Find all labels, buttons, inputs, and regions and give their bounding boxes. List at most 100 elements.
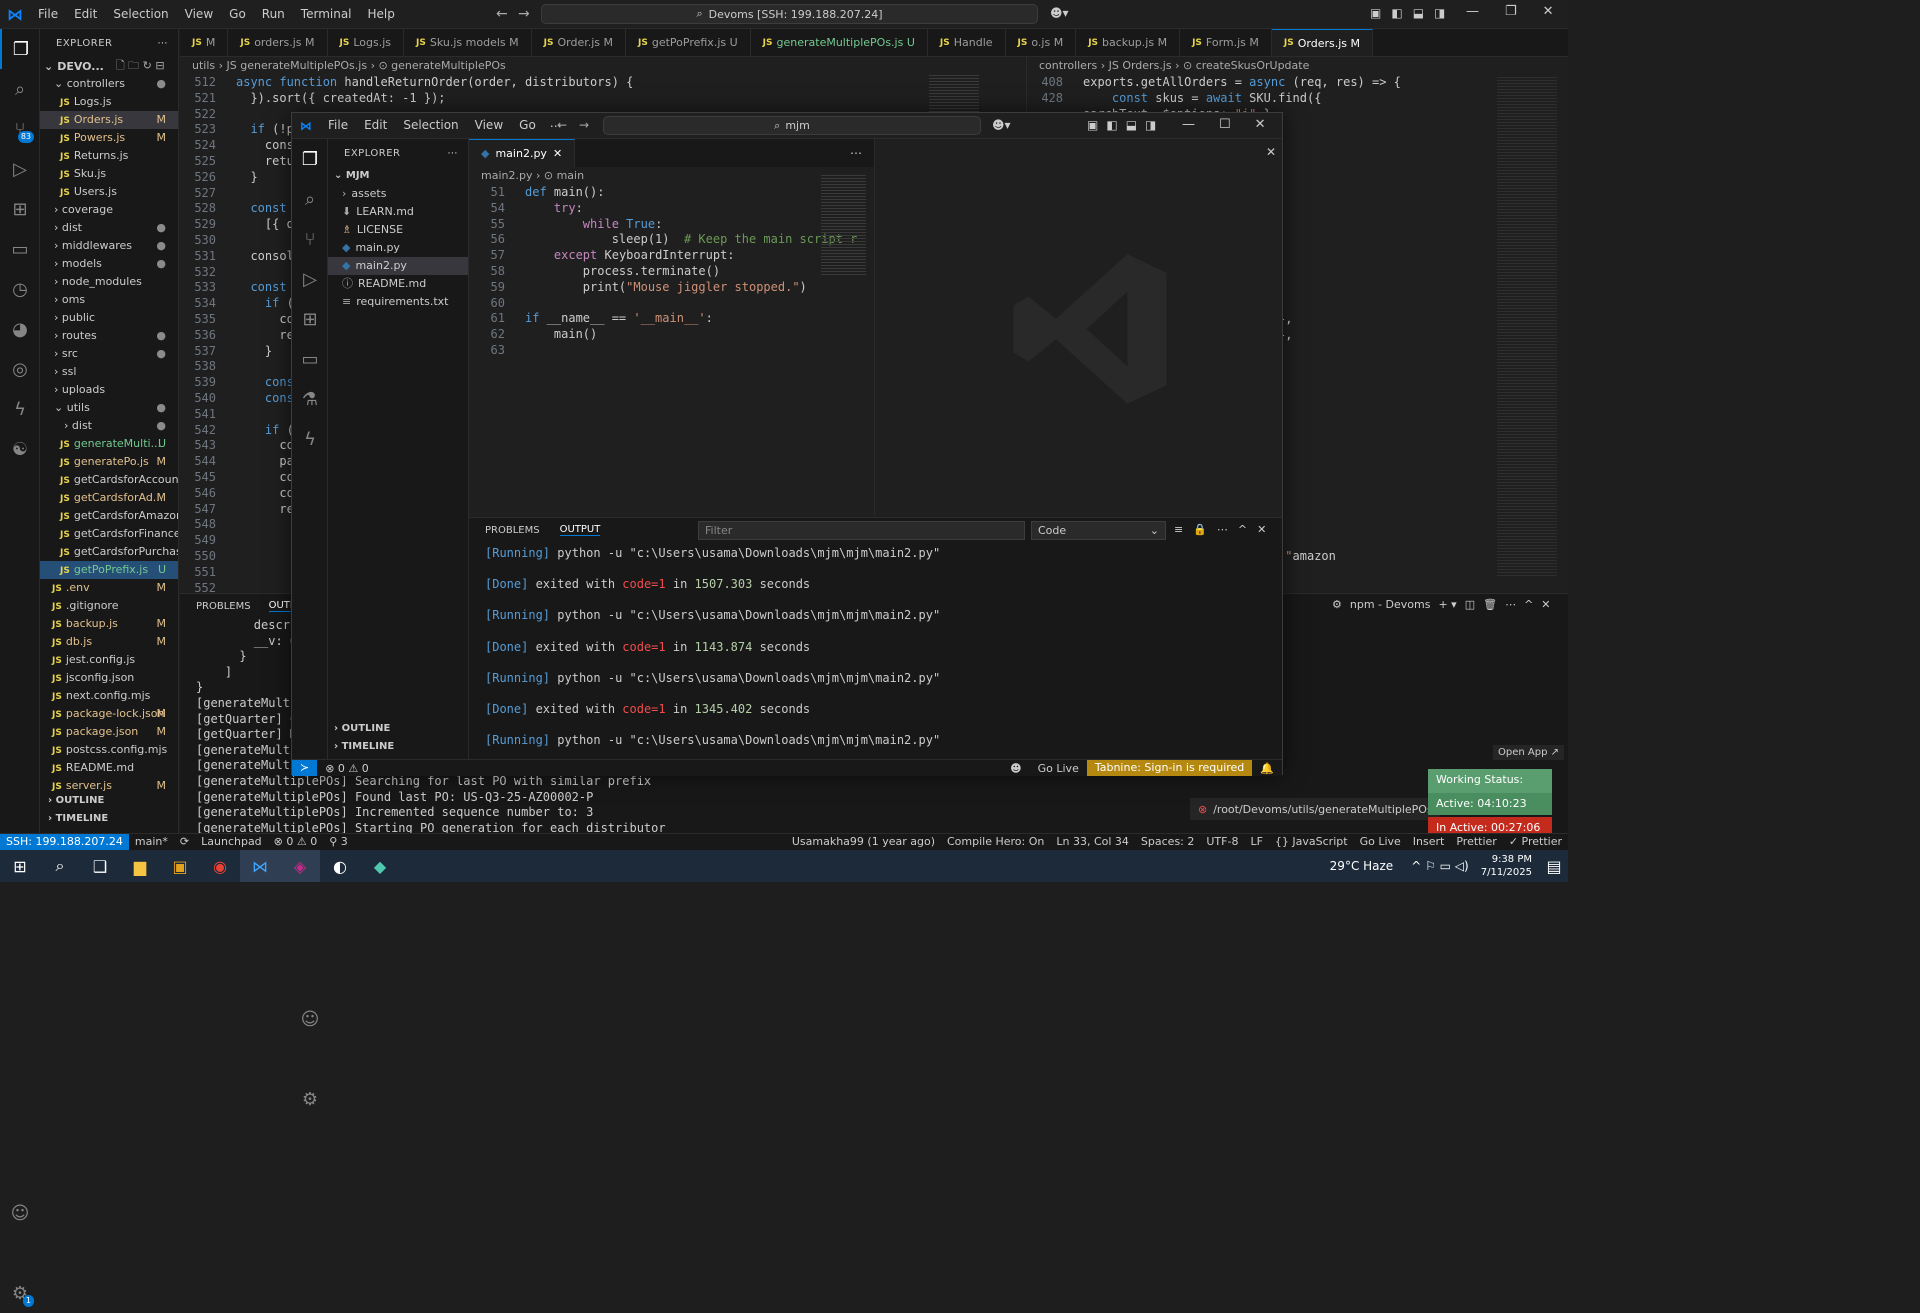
tree-item[interactable]: JS jsconfig.json (40, 669, 178, 687)
timeline-section[interactable]: › TIMELINE (328, 741, 469, 759)
code-area[interactable]: 51 def main(): 54 try: 55 while True: 56 sle… (469, 185, 874, 359)
editor-tab[interactable]: JS Sku.js models M (404, 29, 532, 56)
minimize-icon[interactable]: — (1466, 4, 1479, 19)
outline-section[interactable]: › OUTLINE › TIMELINE (40, 795, 178, 831)
workspace-root[interactable]: ⌄ DEVO... 🗋 🗀 ↻ ⊟ (40, 57, 178, 75)
close-icon[interactable]: ✕ (1255, 117, 1266, 132)
tree-item[interactable]: JS getPoPrefix.js U (40, 561, 178, 579)
more-actions-icon[interactable]: ⋯ (850, 146, 874, 160)
python-icon[interactable]: ☯ (0, 429, 40, 469)
tree-item[interactable]: › oms (40, 291, 178, 309)
error-notification[interactable]: ⊗/root/Devoms/utils/generateMultiplePOs.… (1190, 798, 1449, 820)
restore-icon[interactable]: ❐ (1505, 4, 1517, 19)
forward-arrow-icon[interactable]: → (518, 6, 530, 22)
prettier-check[interactable]: ✓ Prettier (1503, 834, 1568, 850)
tab-main2-py[interactable]: ◆ main2.py ✕ (469, 139, 576, 167)
account-icon[interactable]: ☺ (292, 999, 328, 1039)
tree-item[interactable]: › dist ● (40, 219, 178, 237)
app3-taskbar-icon[interactable]: ◆ (360, 850, 400, 882)
lightning-icon[interactable]: ϟ (0, 389, 40, 429)
extensions-icon[interactable]: ⊞ (0, 189, 40, 229)
editor-tab[interactable]: JS generateMultiplePOs.js U (751, 29, 928, 56)
menu-file[interactable]: File (30, 0, 66, 29)
app-taskbar-icon[interactable]: ◈ (280, 850, 320, 882)
explorer-icon[interactable]: ❐ (0, 29, 40, 69)
menu-go[interactable]: Go (221, 0, 254, 29)
tree-item[interactable]: ◆ main.py (328, 239, 468, 257)
tree-item[interactable]: JSgetCardsforPurchasi... (40, 543, 178, 561)
editor-tab[interactable]: JS orders.js M (228, 29, 328, 56)
tree-item[interactable]: JS Returns.js (40, 147, 178, 165)
remote-indicator[interactable]: SSH: 199.188.207.24 (0, 834, 129, 850)
close-icon[interactable]: ✕ (1543, 4, 1554, 19)
close-panel-icon[interactable]: ✕ (1257, 523, 1266, 536)
copilot-status-icon[interactable]: ☻ (1002, 762, 1029, 775)
tree-item[interactable]: JS Sku.js (40, 165, 178, 183)
tray-icons[interactable]: ^ ⚐ ▭ ◁) (1411, 859, 1481, 873)
git-blame[interactable]: Usamakha99 (1 year ago) (786, 834, 941, 850)
code-line[interactable]: 54 try: (469, 201, 874, 217)
lightning-icon[interactable]: ϟ (292, 419, 328, 459)
timeline-icon[interactable]: ◷ (0, 269, 40, 309)
tree-item[interactable]: › src ● (40, 345, 178, 363)
weather-widget[interactable]: 29°C Haze (1330, 859, 1412, 873)
prettier-status[interactable]: Prettier (1450, 834, 1502, 850)
layout-icon[interactable]: ▣ (1087, 118, 1098, 132)
tree-item[interactable]: JS backup.js M (40, 615, 178, 633)
clock[interactable]: 9:38 PM 7/11/2025 (1481, 853, 1540, 879)
more-actions-icon[interactable]: ⋯ (448, 148, 459, 159)
tree-item[interactable]: › node_modules (40, 273, 178, 291)
remote-explorer-icon[interactable]: ▭ (0, 229, 40, 269)
more-icon[interactable]: ⋯ (1217, 523, 1228, 536)
tree-item[interactable]: JS generateMulti... U (40, 435, 178, 453)
task-view-icon[interactable]: ❑ (80, 850, 120, 882)
indentation[interactable]: Spaces: 2 (1135, 834, 1200, 850)
encoding[interactable]: UTF-8 (1200, 834, 1244, 850)
settings-gear-icon[interactable]: ⚙ (292, 1079, 328, 1119)
minimap[interactable] (1497, 77, 1557, 577)
more-actions-icon[interactable]: ⋯ (158, 38, 169, 49)
filter-input[interactable]: Filter (698, 521, 1025, 540)
tabnine-status[interactable]: Tabnine: Sign-in is required (1086, 760, 1253, 776)
menu-selection[interactable]: Selection (395, 111, 466, 140)
tree-item[interactable]: JSgetCardsforAmazon.js (40, 507, 178, 525)
toggle-sidebar-icon[interactable]: ◧ (1106, 118, 1117, 132)
code-line[interactable]: 51 def main(): (469, 185, 874, 201)
copilot-icon[interactable]: ☻▾ (1050, 6, 1069, 20)
tree-item[interactable]: JS postcss.config.mjs (40, 741, 178, 759)
code-line[interactable]: 428 const skus = await SKU.find({ (1027, 91, 1568, 107)
toggle-secondary-icon[interactable]: ◨ (1434, 6, 1445, 20)
menu-go[interactable]: Go (511, 111, 544, 140)
tree-item[interactable]: › models ● (40, 255, 178, 273)
sync-icon[interactable]: ⟳ (174, 834, 195, 850)
code-line[interactable]: 61 if __name__ == '__main__': (469, 311, 874, 327)
tree-item[interactable]: JS package-lock.json M (40, 705, 178, 723)
tree-item[interactable]: JS .env M (40, 579, 178, 597)
code-line[interactable]: 55 while True: (469, 217, 874, 233)
testing-icon[interactable]: ⚗ (292, 379, 328, 419)
tree-item[interactable]: JS server.js M (40, 777, 178, 795)
tree-item[interactable]: ♗ LICENSE (328, 221, 468, 239)
tree-item[interactable]: ⓘ README.md (328, 275, 468, 293)
new-file-icon[interactable]: 🗋 🗀 ↻ ⊟ (116, 57, 165, 76)
notifications-icon[interactable]: 🔔 (1252, 762, 1282, 775)
eol[interactable]: LF (1244, 834, 1268, 850)
code-line[interactable]: 521 }).sort({ createdAt: -1 }); (180, 91, 925, 107)
explorer-icon[interactable]: ❐ (292, 139, 328, 179)
tree-item[interactable]: › dist ● (40, 417, 178, 435)
settings-gear-icon[interactable]: ⚙ 1 (0, 1273, 40, 1313)
search-icon[interactable]: ⌕ (0, 69, 40, 109)
tree-item[interactable]: JS Powers.js M (40, 129, 178, 147)
code-line[interactable]: 59 print("Mouse jiggler stopped.") (469, 280, 874, 296)
split-icon[interactable]: ◫ (1465, 598, 1475, 611)
toggle-panel-icon[interactable]: ⬓ (1413, 6, 1424, 20)
output-channel-select[interactable]: Code ⌄ (1031, 521, 1166, 540)
menu-view[interactable]: View (177, 0, 221, 29)
branch-indicator[interactable]: main* (129, 834, 174, 850)
timeline-section[interactable]: › TIMELINE (40, 813, 178, 831)
maximize-icon[interactable]: ☐ (1219, 117, 1231, 132)
source-control-icon[interactable]: ⑂ 83 (0, 109, 40, 149)
launchpad-button[interactable]: Launchpad (195, 834, 268, 850)
tree-item[interactable]: JS next.config.mjs (40, 687, 178, 705)
minimize-icon[interactable]: — (1182, 117, 1195, 132)
